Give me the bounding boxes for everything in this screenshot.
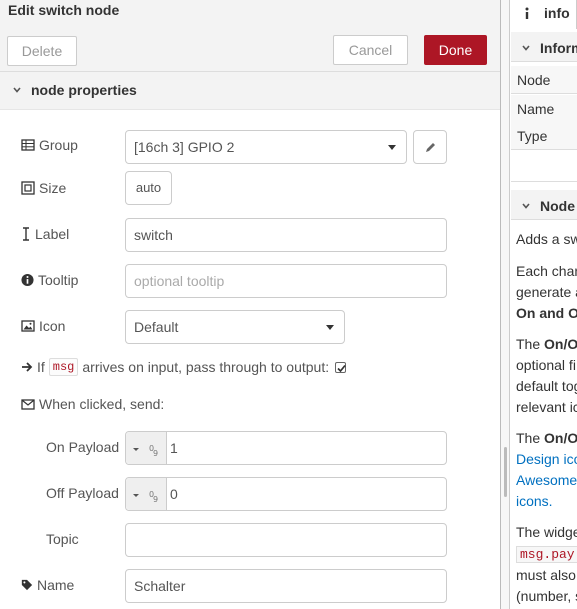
info-row-empty [511,150,577,182]
caret-down-icon [326,325,334,330]
table-icon [21,139,35,151]
passthrough-text: arrives on input, pass through to output… [82,359,330,375]
topic-input[interactable] [125,523,447,557]
name-label: Name [37,577,75,593]
group-value: [16ch 3] GPIO 2 [134,139,235,155]
tag-icon [21,579,33,591]
svg-text:9: 9 [153,495,158,502]
picture-icon [21,320,35,332]
off-payload-value: 0 [170,486,178,502]
on-payload-label: On Payload [46,439,120,455]
check-icon [337,364,346,372]
edit-tray: Edit switch node Delete Cancel Done node… [0,0,501,609]
section-title: node properties [31,82,137,98]
help-line: must also [516,567,576,583]
on-payload-input[interactable]: 09 1 [125,431,447,465]
passthrough-row: If msg arrives on input, pass through to… [21,358,347,376]
help-line: On and O [516,305,577,321]
caret-down-icon [388,145,396,150]
passthrough-prefix: If [37,359,45,375]
panel-divider[interactable] [501,0,510,609]
chevron-down-icon [522,203,530,209]
arrow-right-icon [22,362,33,372]
group-select[interactable]: [16ch 3] GPIO 2 [125,130,407,164]
info-section-title: Inform [540,40,577,56]
help-line: The widge [516,524,577,540]
help-line: default tog [516,378,577,394]
help-line: Adds a sw [516,231,577,247]
off-payload-input[interactable]: 09 0 [125,477,447,511]
help-line: Each chan [516,263,577,279]
name-row-label: Name [21,577,74,593]
info-row-type: Type [511,122,577,150]
resize-icon [21,181,35,195]
node-properties-header[interactable]: node properties [0,72,500,110]
help-link[interactable]: icons. [516,491,553,512]
label-row-label: Label [21,226,69,242]
number-type-icon: 09 [133,490,158,502]
svg-text:9: 9 [153,449,158,456]
size-button[interactable]: auto [125,171,172,205]
info-row-node: Node [511,66,577,94]
group-label: Group [39,137,78,153]
topic-label: Topic [46,531,79,547]
label-input[interactable]: switch [125,218,447,252]
group-row-label: Group [21,137,78,153]
on-payload-type-select[interactable]: 09 [126,432,167,464]
sidebar-tabs: info [511,0,577,29]
icon-row-label: Icon [21,318,65,334]
edit-group-button[interactable] [413,130,447,164]
help-link[interactable]: Awesome [516,470,577,491]
info-sidebar: info Inform Node Name Type Node Adds a s… [511,0,577,609]
size-row-label: Size [21,180,66,196]
info-row-name: Name [511,95,577,123]
delete-button[interactable]: Delete [7,36,77,66]
tooltip-row-label: Tooltip [21,272,78,288]
help-code-line: msg.pay [516,543,577,565]
cancel-button[interactable]: Cancel [333,35,408,65]
tooltip-input[interactable]: optional tooltip [125,264,447,298]
name-input[interactable]: Schalter [125,569,447,603]
envelope-icon [21,399,35,410]
tray-title: Edit switch node [0,0,500,22]
size-label: Size [39,180,67,196]
msg-code: msg [48,358,79,376]
on-payload-value: 1 [170,440,178,456]
tab-info[interactable]: info [511,0,577,29]
help-line: The On/O [516,430,577,446]
help-line: relevant ic [516,399,577,415]
icon-select[interactable]: Default [125,310,345,344]
tray-toolbar: Delete Cancel Done [0,22,500,72]
chevron-down-icon [522,45,530,51]
scrollbar-thumb[interactable] [504,447,507,497]
text-cursor-icon [23,227,29,241]
when-clicked-row: When clicked, send: [21,396,164,412]
icon-label: Icon [39,318,66,334]
when-clicked-label: When clicked, send: [39,396,165,412]
label-label: Label [35,226,70,242]
help-link[interactable]: Design ico [516,449,577,470]
off-payload-type-select[interactable]: 09 [126,478,167,510]
number-type-icon: 09 [133,444,158,456]
tab-info-label: info [544,5,570,21]
chevron-down-icon [13,87,21,93]
help-line: The On/O [516,336,577,352]
done-button[interactable]: Done [424,35,487,65]
info-section-header[interactable]: Inform [511,32,577,62]
help-line: (number, s [516,588,577,604]
tooltip-label: Tooltip [38,272,79,288]
help-code: msg.pay [516,546,577,563]
pencil-icon [426,143,435,152]
help-line: generate a [516,284,577,300]
info-circle-icon [21,273,34,287]
node-help-header[interactable]: Node [511,190,577,220]
icon-value: Default [134,319,179,335]
off-payload-label: Off Payload [46,485,119,501]
passthrough-checkbox[interactable] [335,361,347,373]
help-line: optional fi [516,357,576,373]
info-icon [525,7,529,19]
node-help-title: Node [540,198,575,214]
